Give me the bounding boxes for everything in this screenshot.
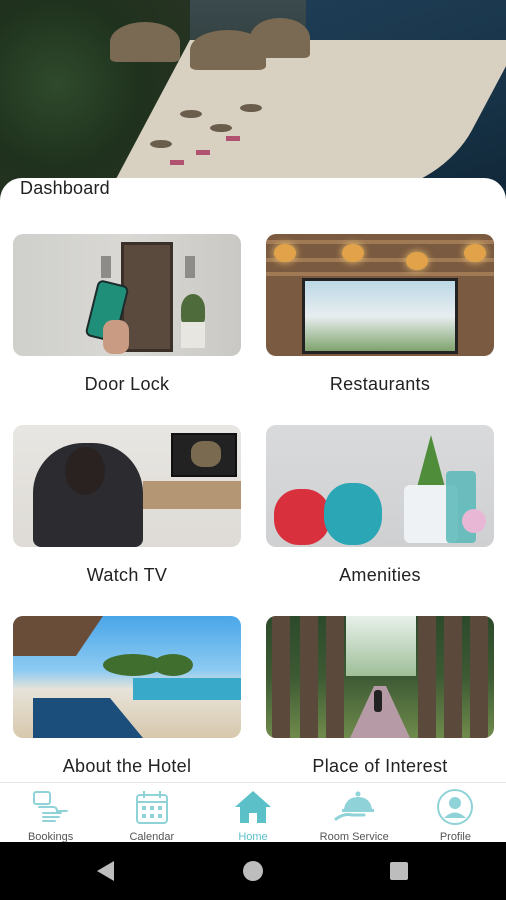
card-label: Door Lock [84,374,170,394]
cloche-icon [334,787,375,827]
dashboard-sheet: Dashboard Door Lock Restaurants Watch TV… [0,178,506,782]
about-hotel-image [13,616,241,738]
profile-icon [435,787,475,827]
recent-apps-icon[interactable] [390,862,408,880]
system-nav-bar [0,842,506,900]
card-door-lock[interactable]: Door Lock [13,234,241,395]
card-amenities[interactable]: Amenities [266,425,494,586]
card-label: About the Hotel [62,756,192,776]
restaurants-image [266,234,494,356]
card-label: Watch TV [86,565,168,585]
card-label: Restaurants [329,374,431,394]
card-restaurants[interactable]: Restaurants [266,234,494,395]
hand-card-icon [31,787,71,827]
calendar-icon [132,787,172,827]
bottom-nav: Bookings Calendar Home Room Service Prof… [0,782,506,843]
card-label: Place of Interest [312,756,448,776]
amenities-image [266,425,494,547]
home-icon [233,787,273,827]
page-title: Dashboard [20,178,110,198]
home-circle-icon[interactable] [243,861,263,881]
card-watch-tv[interactable]: Watch TV [13,425,241,586]
watch-tv-image [13,425,241,547]
card-about-hotel[interactable]: About the Hotel [13,616,241,777]
nav-item-home[interactable]: Home [202,783,303,843]
card-place-of-interest[interactable]: Place of Interest [266,616,494,777]
back-icon[interactable] [97,861,114,881]
door-lock-image [13,234,241,356]
nav-item-room-service[interactable]: Room Service [304,783,405,843]
place-of-interest-image [266,616,494,738]
nav-item-calendar[interactable]: Calendar [101,783,202,843]
nav-item-bookings[interactable]: Bookings [0,783,101,843]
card-label: Amenities [339,565,421,585]
nav-item-profile[interactable]: Profile [405,783,506,843]
